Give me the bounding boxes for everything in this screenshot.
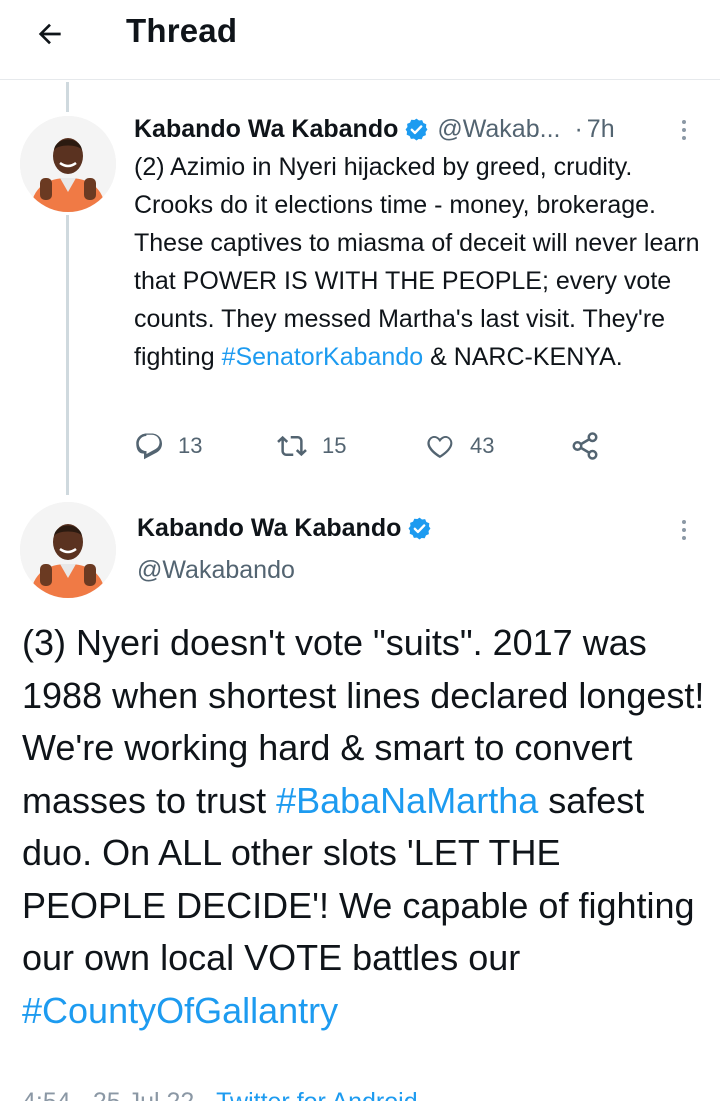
author-handle[interactable]: @Wakabando [137, 556, 295, 585]
reply-button[interactable]: 13 [134, 426, 202, 466]
retweet-icon [277, 435, 307, 457]
tweet-text-segment: & NARC-KENYA. [423, 343, 623, 371]
avatar[interactable] [20, 502, 116, 598]
tweet1-author-row: Kabando Wa Kabando @Wakab... · 7h [134, 114, 615, 144]
reply-icon [136, 433, 162, 460]
tweet1-text: (2) Azimio in Nyeri hijacked by greed, c… [134, 148, 704, 376]
hashtag-link[interactable]: #SenatorKabando [222, 343, 424, 371]
hashtag-link[interactable]: #BabaNaMartha [276, 780, 538, 821]
like-count: 43 [470, 433, 495, 458]
more-icon[interactable] [674, 114, 694, 146]
thread-connector-top [66, 82, 69, 112]
verified-badge-icon [404, 117, 429, 142]
more-icon[interactable] [674, 514, 694, 546]
share-button[interactable] [570, 426, 614, 466]
tweet-meta: 4:54 · 25 Jul 22 · Twitter for Android [22, 1088, 418, 1101]
tweet-source-link[interactable]: Twitter for Android [216, 1088, 417, 1101]
avatar-photo [20, 502, 116, 598]
tweet-timestamp: 4:54 · 25 Jul 22 · [22, 1088, 210, 1101]
retweet-count: 15 [322, 433, 347, 458]
tweet-text-segment: (2) Azimio in Nyeri hijacked by greed, c… [134, 153, 700, 371]
tweet-time[interactable]: 7h [587, 115, 615, 144]
tweet2-author-row: Kabando Wa Kabando [137, 514, 440, 543]
author-name[interactable]: Kabando Wa Kabando [134, 115, 398, 144]
back-arrow-icon [38, 23, 61, 45]
avatar[interactable] [20, 116, 116, 212]
share-icon [572, 432, 598, 460]
tweet2-text: (3) Nyeri doesn't vote "suits". 2017 was… [22, 617, 712, 1037]
reply-count: 13 [178, 433, 203, 458]
retweet-button[interactable]: 15 [276, 426, 346, 466]
like-button[interactable]: 43 [424, 426, 494, 466]
back-button[interactable] [30, 14, 70, 54]
top-app-bar: Thread [0, 0, 720, 80]
verified-badge-icon [407, 516, 432, 541]
author-name[interactable]: Kabando Wa Kabando [137, 514, 401, 543]
tweet1-actions: 13 15 43 [134, 426, 614, 466]
avatar-photo [20, 116, 116, 212]
thread-connector [66, 215, 69, 495]
hashtag-link[interactable]: #CountyOfGallantry [22, 990, 338, 1031]
author-handle[interactable]: @Wakab... [437, 115, 560, 144]
page-title: Thread [126, 12, 238, 49]
separator-dot: · [574, 114, 583, 143]
like-icon [427, 435, 453, 458]
